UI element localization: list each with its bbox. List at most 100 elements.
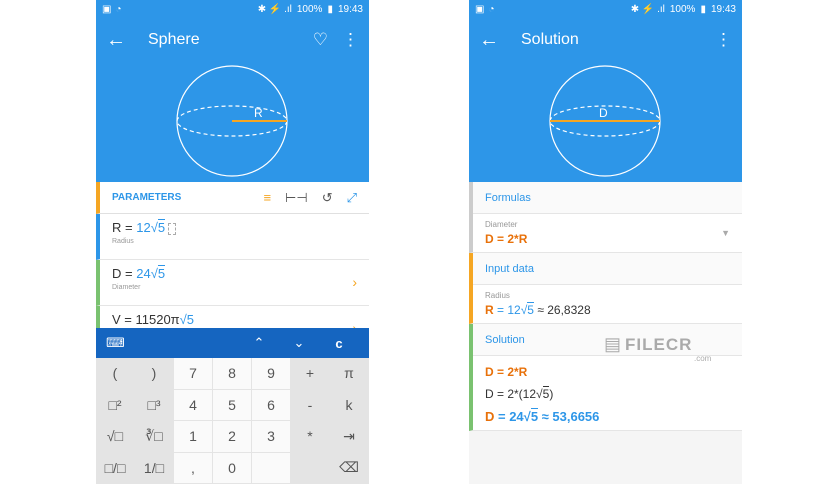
more-menu-icon[interactable]: ⋮: [715, 30, 732, 50]
input-data-card: Input data Radius R = 12√5 ≈ 26,8328: [469, 253, 742, 324]
solution-line-2-a: D = 2*(12: [485, 387, 537, 401]
math-keypad: ( ) 7 8 9 + π □² □³ 4 5 6 - k √□ ∛□ 1 2 …: [96, 358, 369, 484]
chevron-down-icon[interactable]: ⌄: [279, 335, 319, 351]
input-data-header: Input data: [473, 253, 742, 285]
back-arrow-icon[interactable]: ←: [479, 29, 507, 52]
rotate-icon[interactable]: ↺: [322, 190, 333, 206]
watermark-domain: .com: [694, 354, 712, 363]
whatsapp-icon: ◔: [115, 3, 122, 15]
key-5[interactable]: 5: [213, 389, 252, 421]
heart-icon[interactable]: ♡: [313, 30, 328, 50]
solution-line-3-approx: ≈ 53,6656: [538, 409, 600, 424]
clear-button[interactable]: c: [319, 336, 359, 351]
formula-lhs: D: [485, 232, 494, 246]
parameters-title: PARAMETERS: [112, 192, 182, 203]
radius-caption: Radius: [112, 238, 134, 245]
diameter-radicand: 5: [157, 265, 166, 281]
input-approx: ≈ 26,8328: [533, 303, 591, 317]
image-icon: ▣: [475, 3, 485, 15]
sphere-figure: D: [549, 65, 661, 177]
key-8[interactable]: 8: [213, 358, 252, 390]
key-square[interactable]: □²: [96, 389, 135, 421]
list-icon[interactable]: ≡: [263, 190, 271, 205]
input-radicand: 5: [527, 302, 534, 317]
key-4[interactable]: 4: [174, 389, 213, 421]
key-sqrt[interactable]: √□: [96, 421, 135, 453]
signal-icon: ✱ ⚡ .ıl: [257, 3, 292, 15]
radius-row[interactable]: R = 12√5 Radius: [96, 214, 369, 260]
key-3[interactable]: 3: [252, 421, 291, 453]
page-title: Solution: [521, 31, 579, 48]
diameter-eq-label: D =: [112, 266, 137, 281]
back-arrow-icon[interactable]: ←: [106, 29, 134, 52]
input-caption: Radius: [485, 291, 510, 300]
key-9[interactable]: 9: [252, 358, 291, 390]
diameter-caption: Diameter: [112, 284, 141, 291]
key-plus[interactable]: +: [291, 358, 330, 390]
battery-icon: ▮: [327, 3, 333, 15]
chevron-up-icon[interactable]: ⌃: [239, 335, 279, 351]
sphere-diagram: R: [96, 62, 369, 182]
volume-eq-label: V = 11520π: [112, 312, 180, 327]
clock: 19:43: [710, 3, 736, 15]
status-bar: ▣ ◔ ✱ ⚡ .ıl 100% ▮ 19:43: [96, 0, 369, 18]
key-1[interactable]: 1: [174, 421, 213, 453]
key-minus[interactable]: -: [291, 389, 330, 421]
sqrt-icon: √: [150, 220, 158, 235]
signal-icon: ✱ ⚡ .ıl: [630, 3, 665, 15]
ruler-icon[interactable]: ⊢⊣: [285, 190, 308, 206]
key-fraction[interactable]: □/□: [96, 452, 135, 484]
key-2[interactable]: 2: [213, 421, 252, 453]
radius-coef: 12: [136, 220, 151, 235]
solution-line-3-radicand: 5: [530, 408, 539, 424]
dropdown-arrow-icon[interactable]: ▼: [721, 228, 730, 238]
solution-line-1-text: D = 2*R: [485, 365, 528, 379]
key-0[interactable]: 0: [213, 452, 252, 484]
diameter-label: D: [599, 106, 608, 120]
solution-line-3-mid: = 24: [494, 409, 524, 424]
key-reciprocal[interactable]: 1/□: [135, 452, 174, 484]
sqrt-icon: √: [150, 266, 158, 281]
watermark-text: FILECR: [625, 334, 693, 354]
key-k[interactable]: k: [330, 389, 369, 421]
sqrt-icon: √: [523, 409, 531, 424]
more-menu-icon[interactable]: ⋮: [342, 30, 359, 50]
image-icon: ▣: [102, 3, 112, 15]
diameter-coef: 24: [136, 266, 151, 281]
key-7[interactable]: 7: [174, 358, 213, 390]
solution-screen: ▣ ◔ ✱ ⚡ .ıl 100% ▮ 19:43 ← Solution ⋮ D Form…: [469, 0, 742, 484]
key-cube[interactable]: □³: [135, 389, 174, 421]
clock: 19:43: [337, 3, 363, 15]
app-bar: ← Sphere ♡ ⋮: [96, 18, 369, 62]
tab-icon[interactable]: ⇥: [330, 421, 369, 453]
sphere-diagram: D: [469, 62, 742, 182]
cursor-placeholder[interactable]: [168, 222, 177, 235]
sqrt-icon: √: [536, 387, 543, 401]
key-comma[interactable]: ,: [174, 452, 213, 484]
key-cbrt[interactable]: ∛□: [135, 421, 174, 453]
sqrt-icon: √: [179, 312, 187, 327]
watermark: ▤ FILECR .com: [604, 334, 711, 363]
diameter-row[interactable]: D = 24√5 Diameter ›: [96, 260, 369, 306]
input-mid: = 12: [493, 303, 521, 317]
formulas-card: Formulas Diameter D = 2*R ▼: [469, 182, 742, 253]
key-pi[interactable]: π: [330, 358, 369, 390]
formula-caption: Diameter: [485, 220, 518, 229]
key-open-paren[interactable]: (: [96, 358, 135, 390]
key-6[interactable]: 6: [252, 389, 291, 421]
key-blank: [252, 452, 291, 484]
radius-radicand: 5: [157, 219, 166, 235]
status-bar: ▣ ◔ ✱ ⚡ .ıl 100% ▮ 19:43: [469, 0, 742, 18]
chevron-right-icon[interactable]: ›: [352, 274, 357, 290]
keyboard-icon[interactable]: ⌨: [106, 335, 239, 351]
key-close-paren[interactable]: ): [135, 358, 174, 390]
key-blank-2: [291, 452, 330, 484]
backspace-icon[interactable]: ⌫: [330, 452, 369, 484]
formula-rhs: = 2*R: [493, 232, 528, 246]
volume-radicand: 5: [186, 312, 195, 327]
sphere-figure: R: [176, 65, 288, 177]
watermark-logo-icon: ▤: [604, 334, 622, 354]
fullscreen-icon[interactable]: ⤢: [347, 190, 357, 206]
solution-line-3: D = 24√5 ≈ 53,6656: [485, 408, 730, 424]
key-multiply[interactable]: *: [291, 421, 330, 453]
